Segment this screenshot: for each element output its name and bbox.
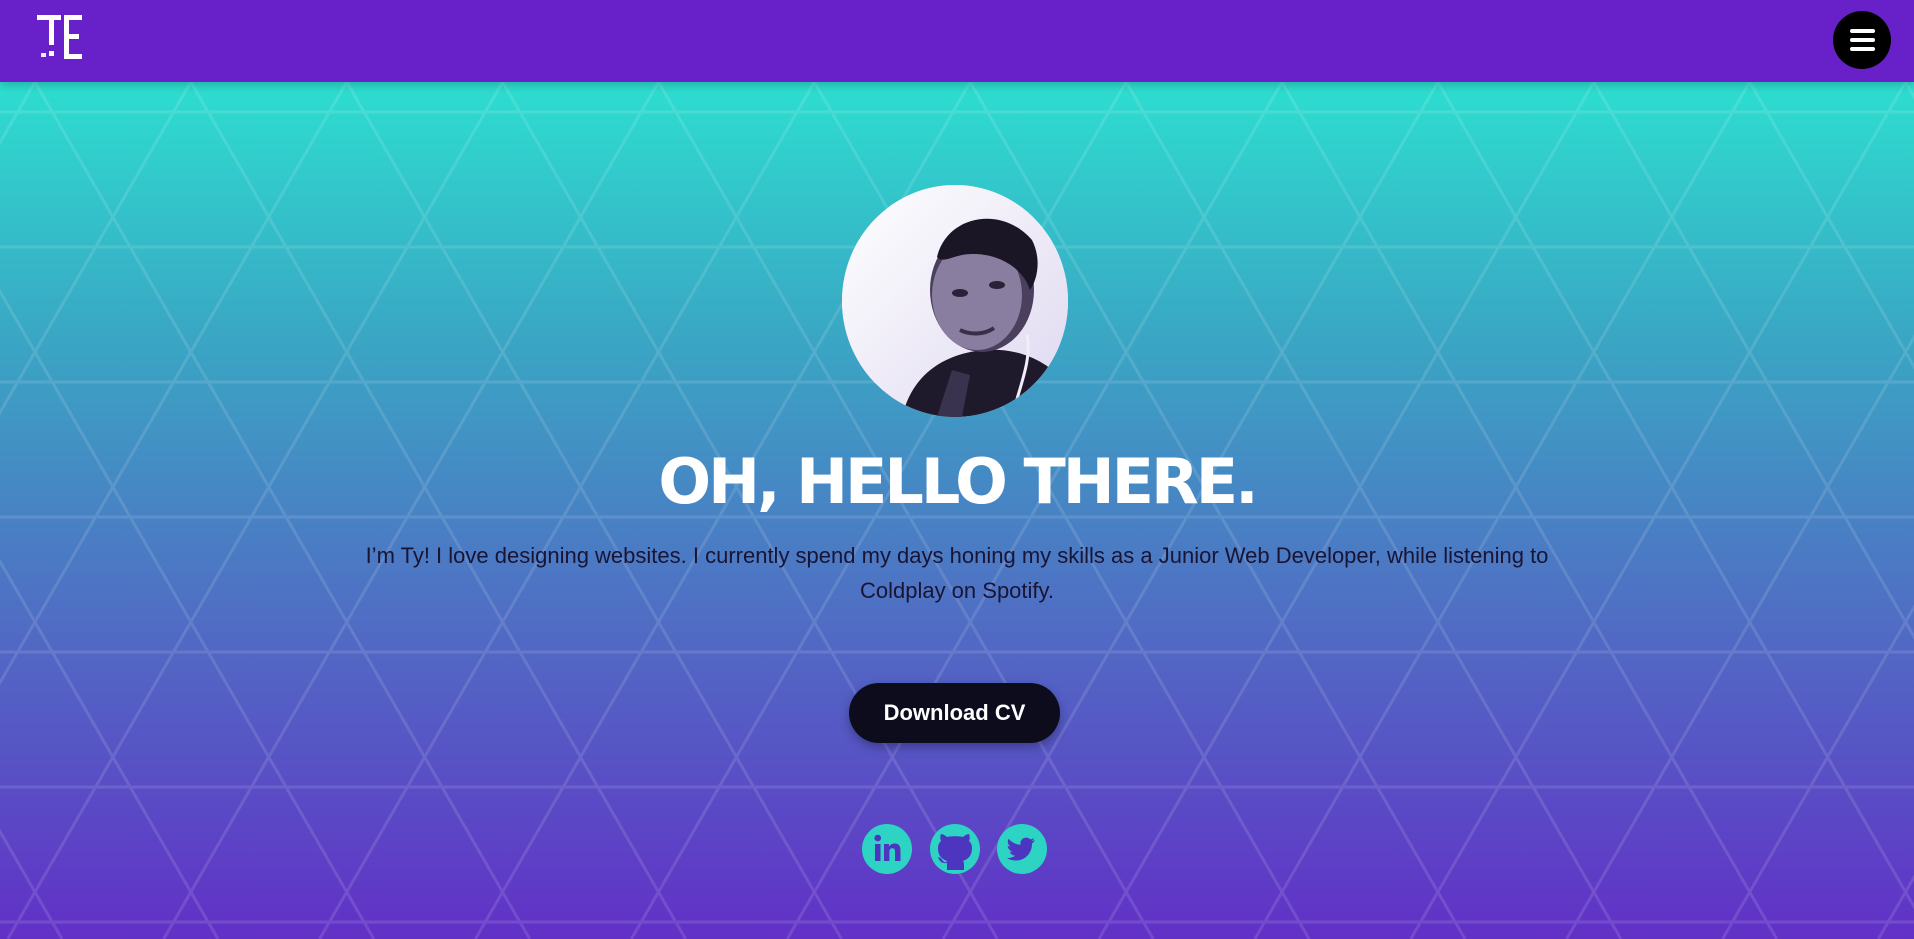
te-logo[interactable] xyxy=(35,13,91,63)
intro-text: I’m Ty! I love designing websites. I cur… xyxy=(365,543,1549,603)
github-icon xyxy=(930,824,980,874)
profile-photo xyxy=(842,185,1068,417)
hamburger-menu-icon-bar xyxy=(1850,38,1875,42)
menu-button[interactable] xyxy=(1833,11,1891,69)
download-cv-button[interactable]: Download CV xyxy=(849,683,1060,743)
linkedin-link[interactable] xyxy=(862,824,912,874)
hero-section: OH, HELLO THERE. I’m Ty! I love designin… xyxy=(0,82,1914,939)
github-link[interactable] xyxy=(930,824,980,874)
avatar xyxy=(842,185,1068,417)
te-monogram-icon xyxy=(37,15,82,59)
navbar xyxy=(0,0,1914,82)
headline: OH, HELLO THERE. xyxy=(658,445,1258,518)
hamburger-menu-icon-bar xyxy=(1850,47,1875,51)
linkedin-icon xyxy=(862,824,912,874)
twitter-icon xyxy=(997,824,1047,874)
hamburger-menu-icon xyxy=(1850,29,1875,33)
twitter-link[interactable] xyxy=(997,824,1047,874)
